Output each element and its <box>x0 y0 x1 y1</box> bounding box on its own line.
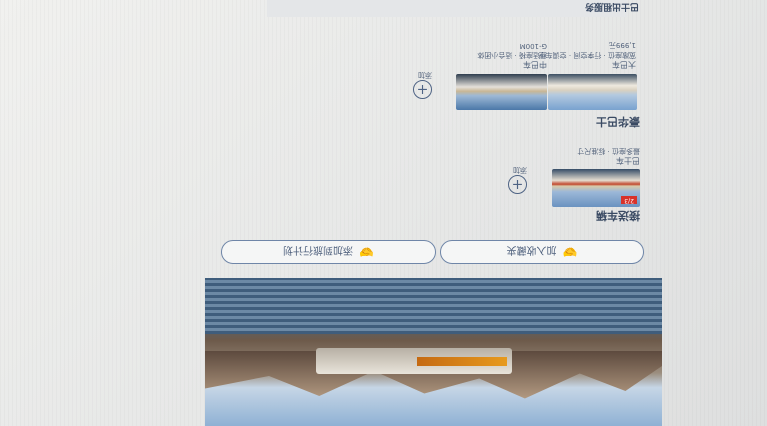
vehicle-meta: 最多座位 · 标准尺寸 <box>577 147 640 155</box>
bus-stripe <box>417 357 507 366</box>
add-label-2: 添加 <box>418 71 432 79</box>
thumbnail-badge: 2/3 <box>621 196 637 204</box>
plus-circle-icon[interactable]: + <box>508 175 527 194</box>
vehicle-name: 巴士车 <box>616 156 640 165</box>
hero-image <box>205 278 662 426</box>
vehicle-thumbnail[interactable]: 2/3 <box>552 169 640 207</box>
luxury-item-meta: 宽敞座位 · 行李空间 · 空调车型 <box>538 51 636 59</box>
luxury-thumbnail-2[interactable] <box>456 74 547 110</box>
section-title-luxury: 豪华巴士 <box>596 115 640 128</box>
luxury-item-name: 大巴车 <box>612 60 636 69</box>
luxury-item-price: 1,999元 <box>608 41 636 49</box>
rotated-screen-photo: 巴士出租服务 🤝 加入收藏夹 🤝 添加到旅行计划 接送车辆 2/3 巴士车 最多… <box>0 0 767 426</box>
luxury-item-meta-2: 舒适座椅 · 适合小团体 <box>477 51 547 59</box>
luxury-item-name-2: 中巴车 <box>523 60 547 69</box>
handshake-icon: 🤝 <box>359 245 374 259</box>
add-to-favorites-button[interactable]: 🤝 加入收藏夹 <box>440 240 644 264</box>
section-title-vehicles: 接送车辆 <box>596 209 640 222</box>
water-shape <box>205 278 662 334</box>
plus-circle-icon[interactable]: + <box>413 80 432 99</box>
luxury-thumbnail-1[interactable] <box>548 74 637 110</box>
luxury-item-price-2: G-100M <box>519 42 547 50</box>
handshake-icon: 🤝 <box>562 245 578 259</box>
add-label: 添加 <box>513 166 527 174</box>
strip-label: 巴士出租服务 <box>584 1 639 11</box>
add-to-plan-button[interactable]: 🤝 添加到旅行计划 <box>221 240 436 264</box>
bottom-strip <box>267 0 627 17</box>
